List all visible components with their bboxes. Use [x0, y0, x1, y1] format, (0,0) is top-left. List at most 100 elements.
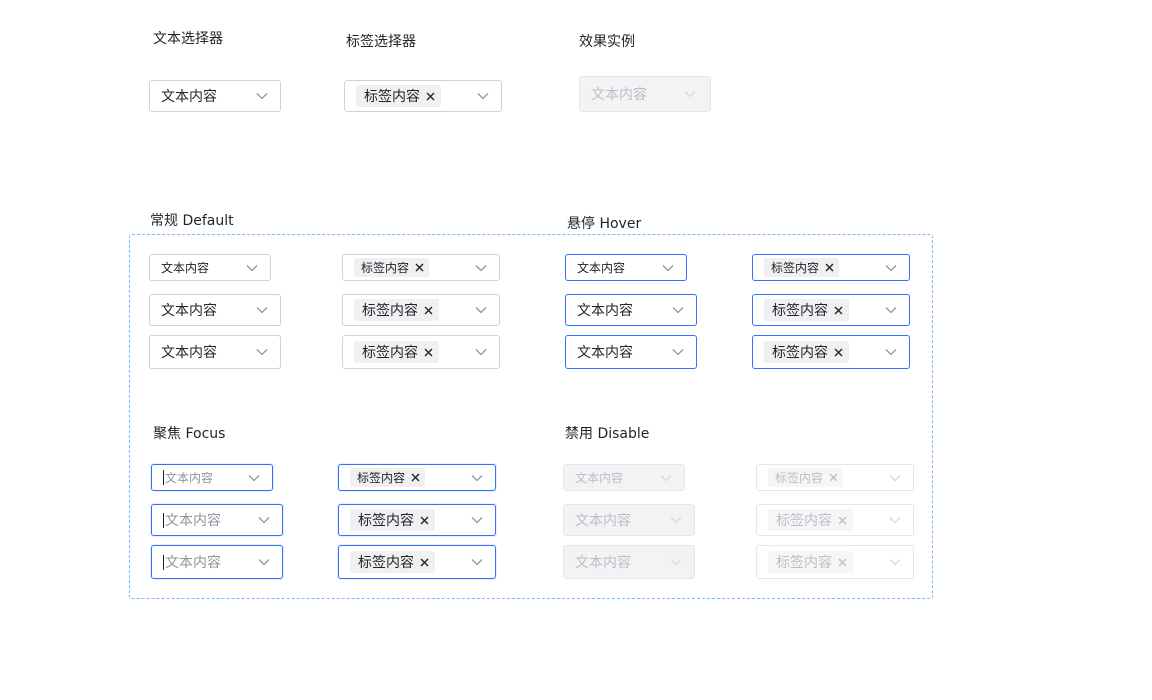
- close-icon[interactable]: [424, 306, 433, 315]
- selected-tag: 标签内容: [764, 258, 840, 277]
- selected-value: 文本内容: [161, 89, 217, 105]
- chevron-down-icon: [246, 264, 258, 271]
- tag-selector-focus-large[interactable]: 标签内容: [338, 545, 496, 579]
- text-selector-default-large[interactable]: 文本内容: [149, 335, 281, 369]
- text-selector-focus-medium[interactable]: 文本内容: [151, 504, 283, 536]
- selected-tag: 标签内容: [350, 551, 435, 573]
- text-selector-focus-small[interactable]: 文本内容: [151, 464, 273, 491]
- close-icon[interactable]: [834, 306, 843, 315]
- close-icon[interactable]: [420, 516, 429, 525]
- text-selector-disabled-small: 文本内容: [563, 464, 685, 491]
- chevron-down-icon: [471, 559, 483, 566]
- search-input[interactable]: 文本内容: [165, 510, 221, 530]
- selected-tag: 标签内容: [354, 258, 430, 277]
- chevron-down-icon: [475, 307, 487, 314]
- chevron-down-icon: [662, 264, 674, 271]
- selected-value: 文本内容: [591, 87, 647, 103]
- selected-value: 文本内容: [161, 303, 217, 319]
- close-icon: [838, 558, 847, 566]
- chevron-down-icon: [670, 559, 682, 566]
- tag-label: 标签内容: [775, 471, 824, 485]
- chevron-down-icon: [889, 559, 901, 566]
- tag-selector-disabled-medium: 标签内容: [756, 504, 914, 536]
- text-selector-disabled-medium: 文本内容: [563, 504, 695, 536]
- close-icon[interactable]: [420, 558, 429, 567]
- selected-tag: 标签内容: [768, 468, 844, 487]
- text-cursor: [163, 470, 164, 485]
- close-icon[interactable]: [825, 263, 834, 272]
- selected-tag: 标签内容: [350, 468, 426, 487]
- tag-selector-default-small[interactable]: 标签内容: [342, 254, 500, 281]
- chevron-down-icon: [670, 517, 682, 524]
- chevron-down-icon: [258, 517, 270, 524]
- heading-default: 常规 Default: [150, 213, 234, 229]
- selected-value: 文本内容: [577, 261, 626, 275]
- tag-label: 标签内容: [771, 261, 820, 275]
- chevron-down-icon: [477, 93, 489, 100]
- chevron-down-icon: [672, 349, 684, 356]
- tag-label: 标签内容: [358, 555, 414, 571]
- tag-selector-hover-medium[interactable]: 标签内容: [752, 294, 910, 326]
- selected-value: 文本内容: [575, 555, 631, 571]
- text-cursor: [163, 512, 164, 528]
- text-selector-disabled-large: 文本内容: [563, 545, 695, 579]
- selected-value: 文本内容: [577, 345, 633, 361]
- text-selector-focus-large[interactable]: 文本内容: [151, 545, 283, 579]
- search-input[interactable]: 文本内容: [165, 469, 213, 486]
- chevron-down-icon: [885, 349, 897, 356]
- selected-value: 文本内容: [575, 513, 631, 529]
- selected-value: 文本内容: [575, 471, 624, 485]
- tag-selector-default-large[interactable]: 标签内容: [342, 335, 500, 369]
- close-icon[interactable]: [834, 348, 843, 357]
- close-icon[interactable]: [424, 348, 433, 357]
- chevron-down-icon: [889, 517, 901, 524]
- tag-selector-hover-large[interactable]: 标签内容: [752, 335, 910, 369]
- text-selector-default-small[interactable]: 文本内容: [149, 254, 271, 281]
- close-icon[interactable]: [415, 263, 424, 272]
- chevron-down-icon: [256, 307, 268, 314]
- text-selector-demo[interactable]: 文本内容: [149, 80, 281, 112]
- effect-example-selector: 文本内容: [579, 76, 711, 112]
- text-selector-hover-large[interactable]: 文本内容: [565, 335, 697, 369]
- close-icon[interactable]: [411, 473, 420, 482]
- text-selector-default-medium[interactable]: 文本内容: [149, 294, 281, 326]
- tag-label: 标签内容: [358, 513, 414, 529]
- chevron-down-icon: [256, 93, 268, 100]
- heading-text-selector: 文本选择器: [153, 31, 223, 47]
- tag-selector-disabled-small: 标签内容: [756, 464, 914, 491]
- close-icon[interactable]: [426, 92, 435, 101]
- text-selector-hover-small[interactable]: 文本内容: [565, 254, 687, 281]
- heading-effect-example: 效果实例: [579, 34, 635, 50]
- tag-label: 标签内容: [776, 555, 832, 571]
- selected-tag: 标签内容: [354, 299, 439, 321]
- selected-tag: 标签内容: [354, 341, 439, 363]
- chevron-down-icon: [684, 91, 696, 98]
- tag-label: 标签内容: [776, 513, 832, 529]
- tag-label: 标签内容: [361, 261, 410, 275]
- chevron-down-icon: [475, 264, 487, 271]
- chevron-down-icon: [258, 559, 270, 566]
- close-icon: [829, 473, 838, 482]
- chevron-down-icon: [660, 474, 672, 481]
- chevron-down-icon: [471, 474, 483, 481]
- selected-value: 文本内容: [161, 261, 210, 275]
- selected-tag: 标签内容: [356, 85, 441, 107]
- text-selector-hover-medium[interactable]: 文本内容: [565, 294, 697, 326]
- close-icon: [838, 516, 847, 524]
- chevron-down-icon: [475, 349, 487, 356]
- tag-selector-hover-small[interactable]: 标签内容: [752, 254, 910, 281]
- tag-selector-focus-small[interactable]: 标签内容: [338, 464, 496, 491]
- selected-value: 文本内容: [577, 303, 633, 319]
- chevron-down-icon: [672, 307, 684, 314]
- tag-label: 标签内容: [362, 303, 418, 319]
- chevron-down-icon: [248, 474, 260, 481]
- chevron-down-icon: [471, 517, 483, 524]
- chevron-down-icon: [889, 474, 901, 481]
- tag-selector-demo[interactable]: 标签内容: [344, 80, 502, 112]
- search-input[interactable]: 文本内容: [165, 552, 221, 572]
- tag-selector-focus-medium[interactable]: 标签内容: [338, 504, 496, 536]
- tag-selector-default-medium[interactable]: 标签内容: [342, 294, 500, 326]
- selected-tag: 标签内容: [768, 509, 853, 531]
- selected-tag: 标签内容: [350, 509, 435, 531]
- heading-tag-selector: 标签选择器: [346, 34, 416, 50]
